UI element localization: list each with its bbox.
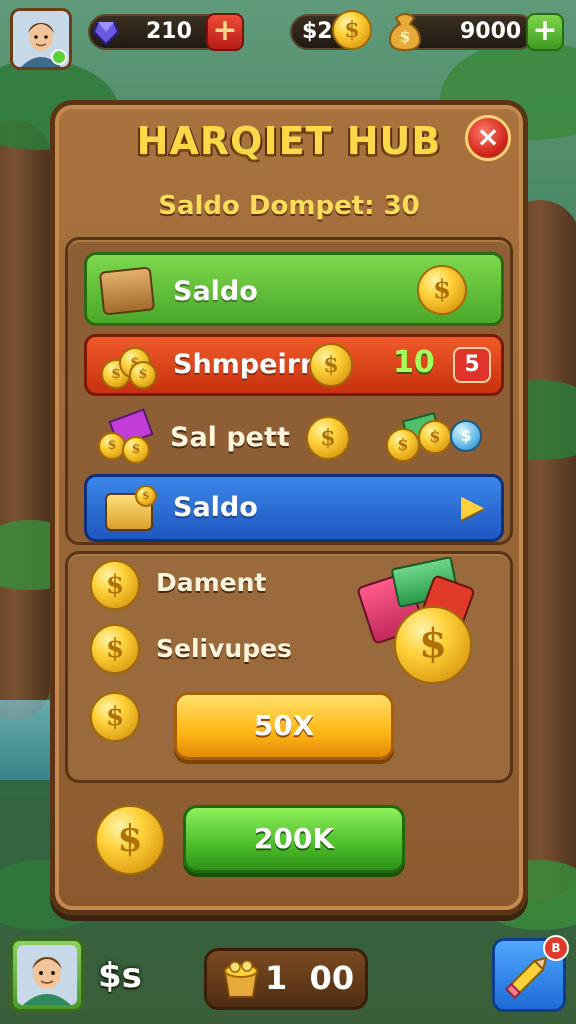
salpett-label: Sal pett: [170, 422, 290, 453]
close-icon: ×: [476, 120, 500, 153]
coin-icon: $: [95, 805, 165, 875]
coin-icon: $: [332, 10, 372, 50]
treasure-icon: $: [356, 555, 484, 684]
reward-value: 10: [393, 345, 435, 380]
coin-icon: $: [90, 560, 140, 610]
selivupes-label: Selivupes: [156, 634, 292, 663]
gem-cash-icon: $ $: [98, 408, 158, 464]
profile-button[interactable]: [10, 938, 84, 1012]
saldo-blue-label: Saldo: [173, 492, 258, 523]
multiplier-button[interactable]: 50X: [174, 692, 394, 760]
currency-label: $s: [98, 956, 142, 996]
svg-text:$: $: [399, 27, 410, 46]
cash-value: $2: [302, 19, 333, 44]
panel-title: HARQIET HUB: [136, 119, 442, 163]
wallet-balance: Saldo Dompet: 30: [158, 191, 420, 221]
notification-badge: B: [543, 935, 569, 961]
coin-bucket-icon: [223, 960, 259, 998]
shmpeirn-label: Shmpeirn: [173, 349, 320, 380]
saldo-label: Saldo: [173, 276, 258, 307]
gold-value: 9000: [460, 19, 522, 44]
player-avatar[interactable]: [10, 8, 72, 70]
mixed-coins-icon: $ $ $: [386, 411, 486, 464]
reward-count-badge: 5: [453, 347, 491, 383]
inventory-amount: 1 00: [265, 959, 355, 997]
shmpeirn-row[interactable]: $ $ $ Shmpeirn $ 10 5: [84, 334, 504, 396]
add-gems-button[interactable]: +: [206, 13, 244, 51]
crate-icon: [98, 266, 156, 316]
edit-button[interactable]: B: [492, 935, 569, 1012]
online-badge: [51, 49, 67, 65]
coin-icon: $: [90, 624, 140, 674]
coin-icon: $: [309, 343, 353, 387]
coin-icon: $: [417, 265, 467, 315]
gold-crate-icon: $: [101, 485, 161, 535]
salpett-row[interactable]: $ $ Sal pett $ $ $ $: [84, 406, 504, 470]
saldo-row[interactable]: Saldo $: [84, 252, 504, 326]
add-gold-button[interactable]: +: [526, 13, 564, 51]
options-box: Saldo $ $ $ $ Shmpeirn $ 10 5 $ $ Sal pe…: [65, 237, 513, 545]
arrow-right-icon: ▶: [461, 489, 485, 524]
inventory-counter[interactable]: 1 00: [204, 948, 368, 1010]
coin-stack-icon: $ $ $: [101, 343, 161, 389]
multiplier-label: 50X: [253, 709, 315, 742]
bonus-box: $ Dament $ Selivupes $ $ 50X: [65, 551, 513, 783]
gems-value: 210: [146, 19, 192, 44]
coin-icon: $: [306, 416, 350, 460]
money-bag-icon: $: [388, 13, 422, 52]
gem-icon: [92, 21, 120, 46]
claim-button[interactable]: 200K: [183, 805, 405, 873]
coin-icon: $: [90, 692, 140, 742]
hub-panel: HARQIET HUB × Saldo Dompet: 30 Saldo $ $…: [50, 100, 528, 915]
avatar-icon: [17, 945, 77, 1005]
saldo-blue-row[interactable]: $ Saldo ▶: [84, 474, 504, 542]
claim-label: 200K: [253, 822, 335, 855]
close-button[interactable]: ×: [465, 115, 511, 161]
dament-label: Dament: [156, 568, 267, 597]
